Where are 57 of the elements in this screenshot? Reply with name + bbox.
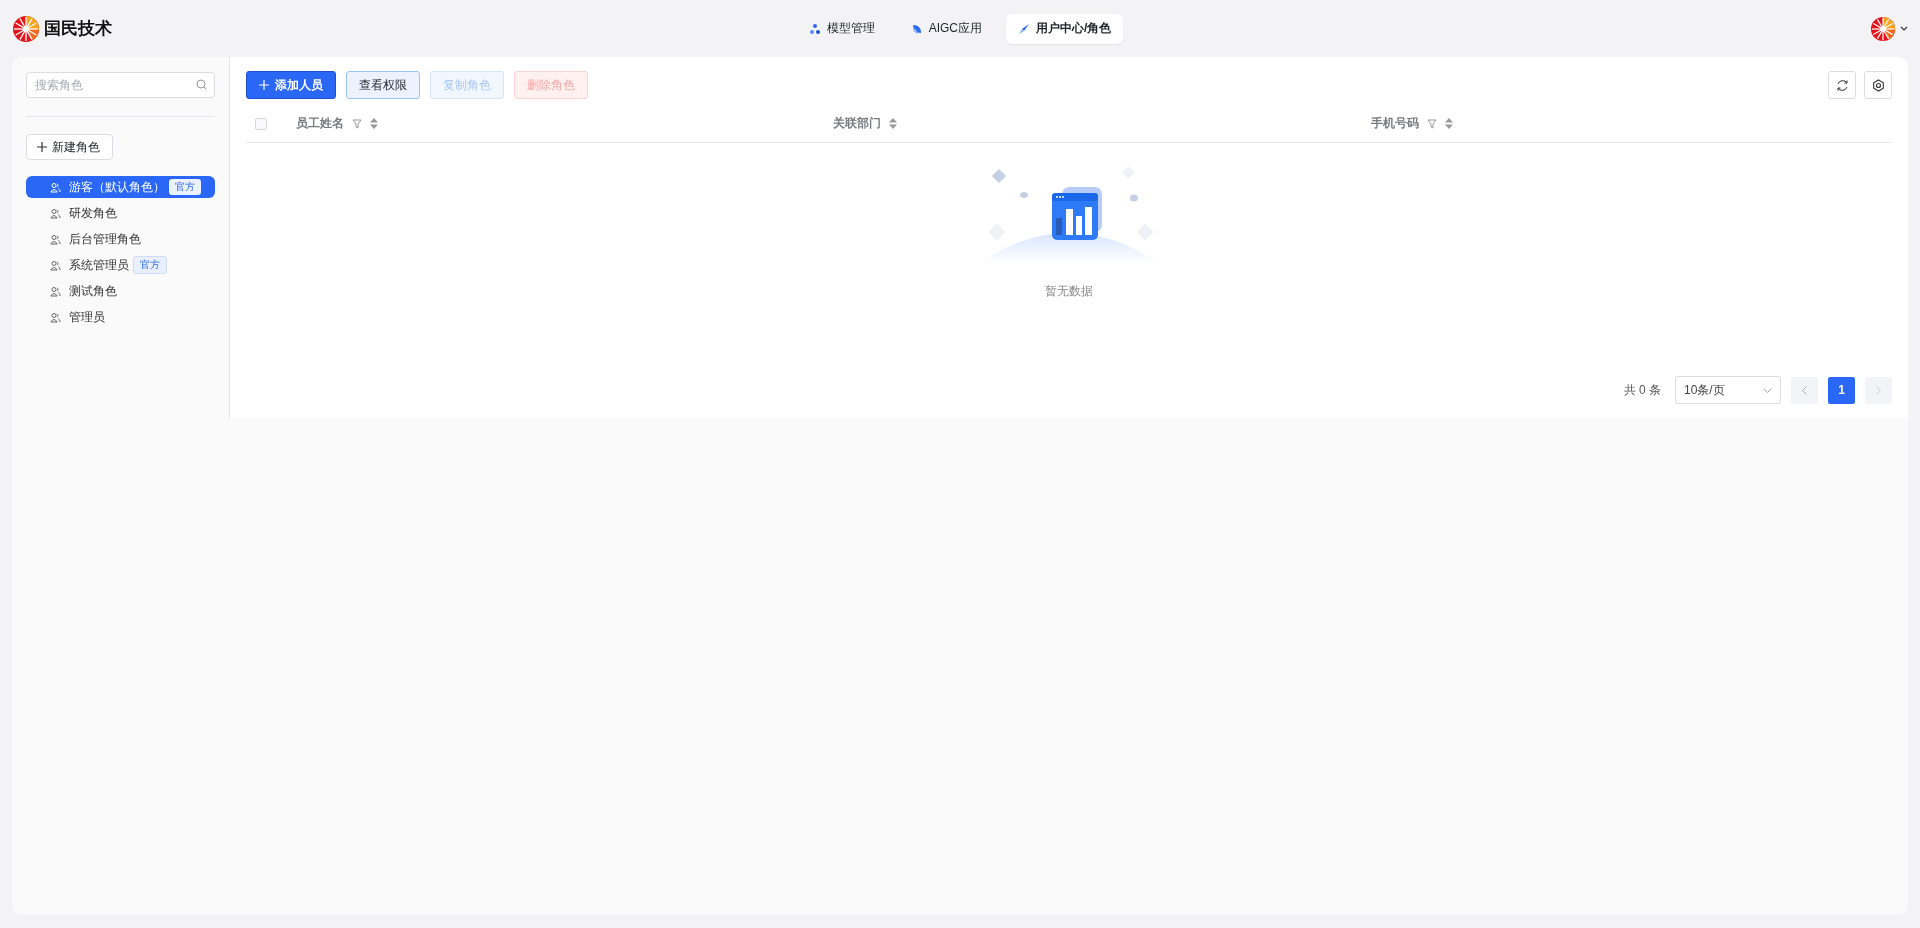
search-icon	[196, 79, 207, 90]
nav-tab[interactable]: 模型管理	[796, 13, 887, 44]
nav-tab[interactable]: 用户中心/角色	[1006, 13, 1124, 44]
chevron-left-icon	[1802, 385, 1807, 395]
role-item[interactable]: 测试角色	[26, 280, 215, 302]
user-group-icon	[50, 259, 61, 271]
logo-icon	[12, 14, 40, 43]
search-field[interactable]: 搜索角色	[26, 72, 215, 98]
select-all-checkbox[interactable]	[255, 117, 267, 130]
role-name: 研发角色	[69, 204, 117, 222]
new-role-button[interactable]: 新建角色	[26, 134, 113, 160]
role-name: 游客（默认角色）	[69, 178, 165, 196]
column-header: 手机号码	[1370, 115, 1419, 132]
plus-icon	[37, 142, 47, 152]
role-item[interactable]: 后台管理角色	[26, 228, 215, 250]
role-item[interactable]: 管理员	[26, 306, 215, 328]
role-item[interactable]: 系统管理员 官方	[26, 254, 215, 276]
page-size-select[interactable]: 10条/页	[1675, 376, 1781, 404]
sort-icon[interactable]	[370, 118, 378, 129]
column-header: 关联部门	[833, 115, 882, 132]
refresh-button[interactable]	[1828, 71, 1856, 99]
sort-icon[interactable]	[889, 118, 898, 129]
nodes-icon	[808, 22, 821, 35]
official-badge: 官方	[133, 256, 167, 274]
sort-icon[interactable]	[1444, 118, 1453, 129]
role-name: 后台管理角色	[69, 230, 141, 248]
role-name: 管理员	[69, 308, 105, 326]
empty-message: 暂无数据	[1045, 283, 1093, 300]
role-name: 测试角色	[69, 282, 117, 300]
settings-button[interactable]	[1864, 71, 1892, 99]
brand-name: 国民技术	[44, 18, 112, 40]
chevron-down-icon	[1763, 387, 1772, 393]
role-item[interactable]: 游客（默认角色） 官方	[26, 176, 215, 198]
chevron-right-icon	[1876, 385, 1881, 395]
filter-icon[interactable]	[1426, 118, 1437, 129]
user-group-icon	[50, 233, 61, 245]
refresh-icon	[1835, 78, 1849, 92]
column-header: 员工姓名	[296, 115, 344, 132]
avatar-icon	[1870, 15, 1896, 42]
chevron-down-icon[interactable]	[1900, 25, 1908, 32]
role-item[interactable]: 研发角色	[26, 202, 215, 224]
leaf-icon	[910, 22, 923, 35]
user-group-icon	[50, 207, 61, 219]
user-group-icon	[50, 285, 61, 297]
toolbar-button[interactable]: 查看权限	[346, 71, 420, 99]
total-count: 共 0 条	[1623, 381, 1661, 399]
rocket-icon	[1018, 22, 1030, 35]
user-group-icon	[50, 181, 61, 193]
official-badge: 官方	[169, 179, 201, 195]
toolbar-button[interactable]: 添加人员	[246, 71, 336, 99]
role-name: 系统管理员	[69, 256, 129, 274]
filter-icon[interactable]	[352, 118, 362, 129]
settings-icon	[1871, 78, 1885, 92]
user-group-icon	[50, 311, 61, 323]
plus-icon	[259, 80, 269, 90]
nav-tab[interactable]: AIGC应用	[898, 13, 994, 44]
page-button[interactable]: 1	[1828, 376, 1855, 404]
